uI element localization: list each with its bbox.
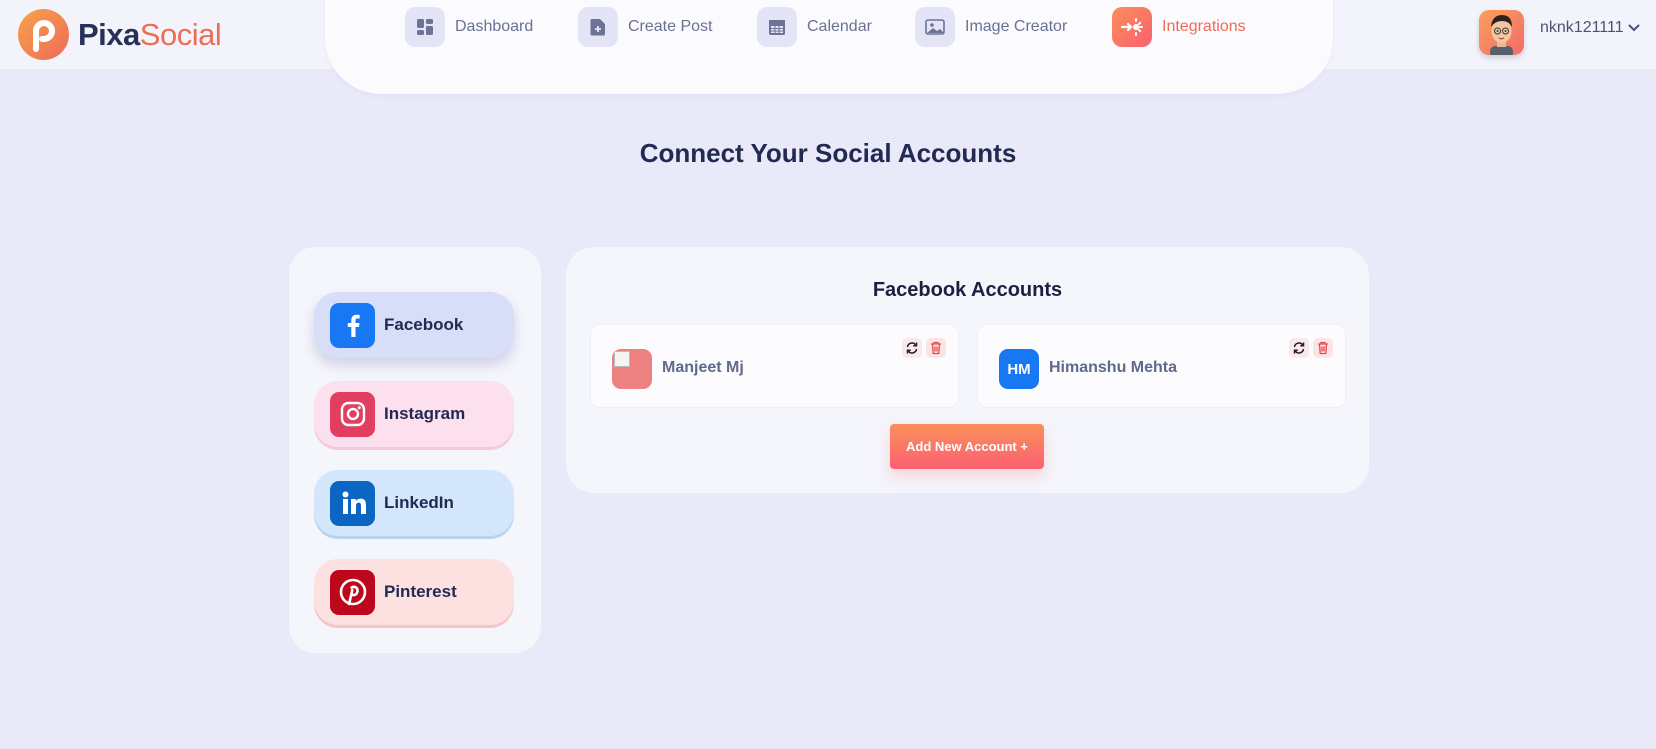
nav-item-dashboard[interactable]: Dashboard — [405, 7, 533, 47]
username: nknk121111 — [1540, 18, 1624, 36]
nav-item-integrations[interactable]: Integrations — [1112, 7, 1246, 47]
refresh-button[interactable] — [1289, 338, 1309, 358]
delete-button[interactable] — [926, 338, 946, 358]
calendar-icon — [757, 7, 797, 47]
platform-pinterest[interactable]: Pinterest — [314, 559, 514, 625]
nav-label-create-post: Create Post — [628, 18, 713, 35]
brand-name-part2: Social — [139, 16, 222, 52]
platform-label-linkedin: LinkedIn — [384, 493, 454, 512]
platform-list: Facebook Instagram LinkedIn Pinterest — [289, 247, 541, 653]
brand-name-part1: Pixa — [78, 16, 140, 52]
image-icon — [915, 7, 955, 47]
accounts-title: Facebook Accounts — [872, 279, 1063, 301]
refresh-button[interactable] — [902, 338, 922, 358]
nav-item-create-post[interactable]: Create Post — [578, 7, 712, 47]
platform-instagram[interactable]: Instagram — [314, 381, 514, 447]
create-post-icon — [578, 7, 618, 47]
nav-label-calendar: Calendar — [807, 18, 872, 35]
platform-label-instagram: Instagram — [384, 404, 466, 423]
refresh-icon — [906, 342, 918, 354]
account-name: Manjeet Mj — [662, 359, 744, 376]
account-avatar-broken-image — [612, 349, 652, 389]
trash-icon — [931, 341, 941, 355]
linkedin-icon — [330, 480, 375, 526]
platform-label-pinterest: Pinterest — [384, 582, 457, 601]
delete-button[interactable] — [1313, 338, 1333, 358]
add-new-account-button[interactable]: Add New Account + — [890, 424, 1044, 469]
nav-label-image-creator: Image Creator — [965, 18, 1068, 35]
refresh-icon — [1293, 342, 1305, 354]
user-menu[interactable]: nknk121111 — [1479, 10, 1640, 55]
page-title: Connect Your Social Accounts — [639, 138, 1017, 168]
trash-icon — [1318, 341, 1328, 355]
brand-name: PixaSocial — [78, 16, 222, 53]
main-nav: Dashboard Create Post Calendar Image Cre… — [325, 0, 1333, 94]
nav-item-image-creator[interactable]: Image Creator — [915, 7, 1067, 47]
dashboard-icon — [405, 7, 445, 47]
platform-linkedin[interactable]: LinkedIn — [314, 470, 514, 536]
pinterest-icon — [330, 569, 375, 615]
account-name: Himanshu Mehta — [1049, 359, 1178, 376]
logo[interactable]: PixaSocial — [18, 9, 222, 60]
integrations-icon — [1112, 7, 1152, 47]
logo-icon — [18, 9, 69, 60]
facebook-icon — [330, 302, 375, 348]
avatar — [1479, 10, 1524, 55]
account-card: Manjeet Mj — [590, 324, 959, 408]
platform-label-facebook: Facebook — [384, 315, 464, 334]
account-initials-avatar: HM — [999, 349, 1039, 389]
nav-label-integrations: Integrations — [1162, 18, 1246, 35]
top-bar: PixaSocial Dashboard Create Post Calenda… — [0, 0, 1656, 94]
nav-item-calendar[interactable]: Calendar — [757, 7, 872, 47]
platform-facebook[interactable]: Facebook — [314, 292, 514, 358]
chevron-down-icon — [1628, 24, 1640, 31]
accounts-panel: Facebook Accounts Manjeet Mj HM Himanshu… — [566, 247, 1369, 493]
broken-image-icon — [614, 351, 630, 367]
account-card: HM Himanshu Mehta — [977, 324, 1346, 408]
instagram-icon — [330, 391, 375, 437]
nav-label-dashboard: Dashboard — [455, 18, 534, 35]
